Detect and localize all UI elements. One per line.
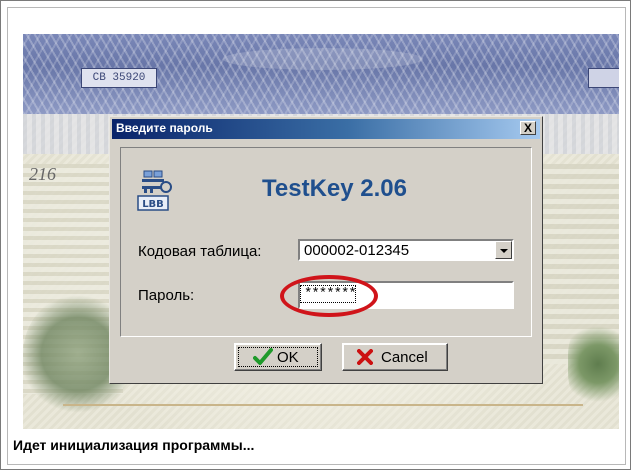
cancel-button[interactable]: Cancel — [342, 343, 448, 371]
status-text: Идет инициализация программы... — [13, 437, 255, 453]
close-button[interactable]: X — [520, 121, 536, 135]
check-icon — [253, 348, 273, 365]
certificate-knot-ornament — [568, 319, 619, 409]
password-label: Пароль: — [138, 287, 195, 304]
app-title: TestKey 2.06 — [262, 175, 407, 202]
certificate-ornament — [223, 48, 423, 70]
code-table-label: Кодовая таблица: — [138, 243, 262, 260]
chevron-down-icon[interactable] — [495, 241, 512, 259]
close-icon: X — [523, 121, 532, 135]
certificate-serial-box-right — [588, 68, 619, 88]
certificate-side-number: 216 — [29, 164, 56, 184]
dialog-title: Введите пароль — [116, 121, 213, 135]
code-table-select[interactable]: 000002-012345 — [298, 239, 514, 261]
highlight-circle — [280, 275, 378, 317]
cancel-label: Cancel — [381, 349, 428, 366]
outer-window: CB 35920 216 Введите пароль X LBB TestKe… — [0, 0, 631, 470]
key-icon: LBB — [137, 170, 172, 211]
ok-button[interactable]: OK — [234, 343, 322, 371]
icon-label: LBB — [142, 199, 164, 210]
password-dialog: Введите пароль X LBB TestKey 2.06 Кодова… — [109, 116, 543, 384]
code-table-value: 000002-012345 — [304, 242, 410, 259]
certificate-serial: CB 35920 — [81, 68, 157, 88]
certificate-rule — [63, 404, 583, 406]
dialog-titlebar[interactable]: Введите пароль X — [112, 119, 540, 139]
cross-icon — [357, 349, 373, 365]
ok-label: OK — [277, 349, 299, 366]
